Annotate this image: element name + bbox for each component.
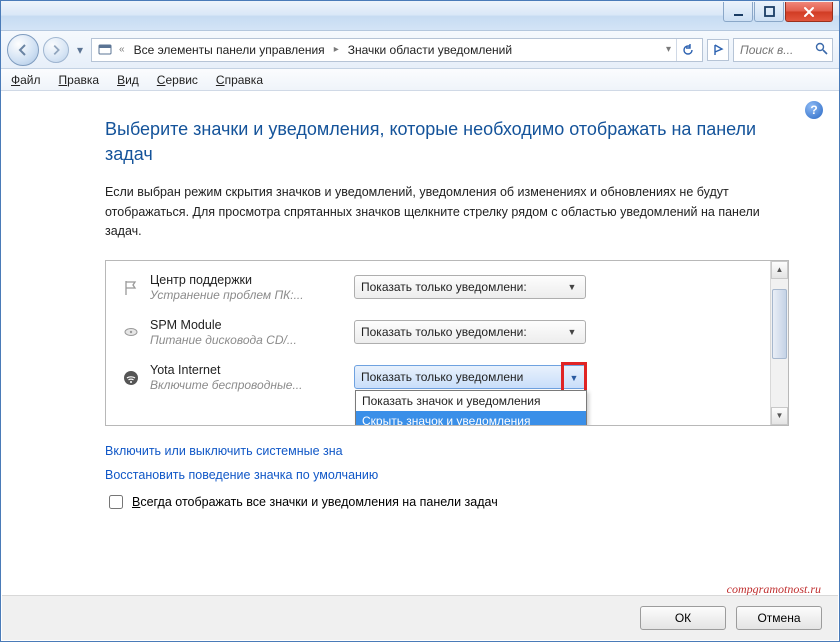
chevron-down-icon: ▼ [565,282,579,292]
content-area: ? Выберите значки и уведомления, которые… [1,91,839,597]
icon-row: SPM Module Питание дисковода CD/... Пока… [118,312,758,357]
row-subtitle: Включите беспроводные... [150,378,344,392]
row-subtitle: Питание дисковода CD/... [150,333,344,347]
navbar: ▾ « Все элементы панели управления ▸ Зна… [1,31,839,69]
nav-recent-button[interactable] [707,39,729,61]
chevron-down-icon: ▼ [565,327,579,337]
search-box[interactable] [733,38,833,62]
row-title: SPM Module [150,318,344,332]
breadcrumb-separator: ▸ [331,44,342,55]
ok-button[interactable]: ОК [640,606,726,630]
chevron-down-icon: ▼ [567,373,581,383]
icon-list-box: Центр поддержки Устранение проблем ПК:..… [105,260,789,426]
breadcrumb-item-2[interactable]: Значки области уведомлений [344,41,516,59]
always-show-label[interactable]: Всегда отображать все значки и уведомлен… [132,495,498,509]
menubar: Файл Правка Вид Сервис Справка [1,69,839,91]
control-panel-icon [96,41,114,59]
breadcrumb-item-1[interactable]: Все элементы панели управления [130,41,329,59]
minimize-button[interactable] [723,2,753,22]
breadcrumb[interactable]: « Все элементы панели управления ▸ Значк… [91,38,703,62]
combobox-option-selected[interactable]: Скрыть значок и уведомления [356,411,586,425]
menu-file[interactable]: Файл [11,73,41,87]
menu-view[interactable]: Вид [117,73,139,87]
cancel-button[interactable]: Отмена [736,606,822,630]
search-icon[interactable] [815,42,828,58]
icon-list: Центр поддержки Устранение проблем ПК:..… [106,261,770,425]
row-title: Центр поддержки [150,273,344,287]
window-frame: ▾ « Все элементы панели управления ▸ Зна… [0,0,840,642]
footer: ОК Отмена [2,595,838,640]
combobox-value: Показать только уведомлени [361,370,579,384]
maximize-button[interactable] [754,2,784,22]
nav-history-dropdown[interactable]: ▾ [73,40,87,60]
help-icon[interactable]: ? [805,101,823,119]
always-show-checkbox[interactable] [109,495,123,509]
icon-row: Центр поддержки Устранение проблем ПК:..… [118,267,758,312]
toggle-system-icons-link[interactable]: Включить или выключить системные зна [105,444,789,458]
row-title: Yota Internet [150,363,344,377]
scroll-thumb[interactable] [772,289,787,359]
combobox-option[interactable]: Показать значок и уведомления [356,391,586,411]
titlebar [1,1,839,31]
combobox-value: Показать только уведомлени: [361,325,565,339]
disc-icon [118,320,144,346]
combobox-dropdown: Показать значок и уведомления Скрыть зна… [355,390,587,425]
behavior-combobox-open[interactable]: Показать только уведомлени ▼ Показать зн… [354,365,586,389]
scroll-up-button[interactable]: ▲ [771,261,788,279]
combobox-value: Показать только уведомлени: [361,280,565,294]
menu-edit[interactable]: Правка [59,73,100,87]
scroll-track[interactable] [771,279,788,407]
page-heading: Выберите значки и уведомления, которые н… [105,117,789,167]
breadcrumb-separator: « [116,44,128,55]
search-input[interactable] [738,42,811,58]
flag-icon [118,275,144,301]
refresh-icon[interactable] [676,39,698,61]
row-subtitle: Устранение проблем ПК:... [150,288,344,302]
network-icon [118,365,144,391]
page-description: Если выбран режим скрытия значков и увед… [105,183,789,241]
close-button[interactable] [785,2,833,22]
icon-row: Yota Internet Включите беспроводные... П… [118,357,758,402]
menu-service[interactable]: Сервис [157,73,198,87]
always-show-checkbox-row: Всегда отображать все значки и уведомлен… [105,492,789,512]
nav-forward-button[interactable] [43,37,69,63]
links-section: Включить или выключить системные зна Вос… [105,444,789,482]
breadcrumb-dropdown[interactable]: ▾ [663,44,674,55]
behavior-combobox[interactable]: Показать только уведомлени: ▼ [354,275,586,299]
restore-defaults-link[interactable]: Восстановить поведение значка по умолчан… [105,468,789,482]
behavior-combobox[interactable]: Показать только уведомлени: ▼ [354,320,586,344]
scroll-down-button[interactable]: ▼ [771,407,788,425]
scrollbar[interactable]: ▲ ▼ [770,261,788,425]
nav-back-button[interactable] [7,34,39,66]
menu-help[interactable]: Справка [216,73,263,87]
